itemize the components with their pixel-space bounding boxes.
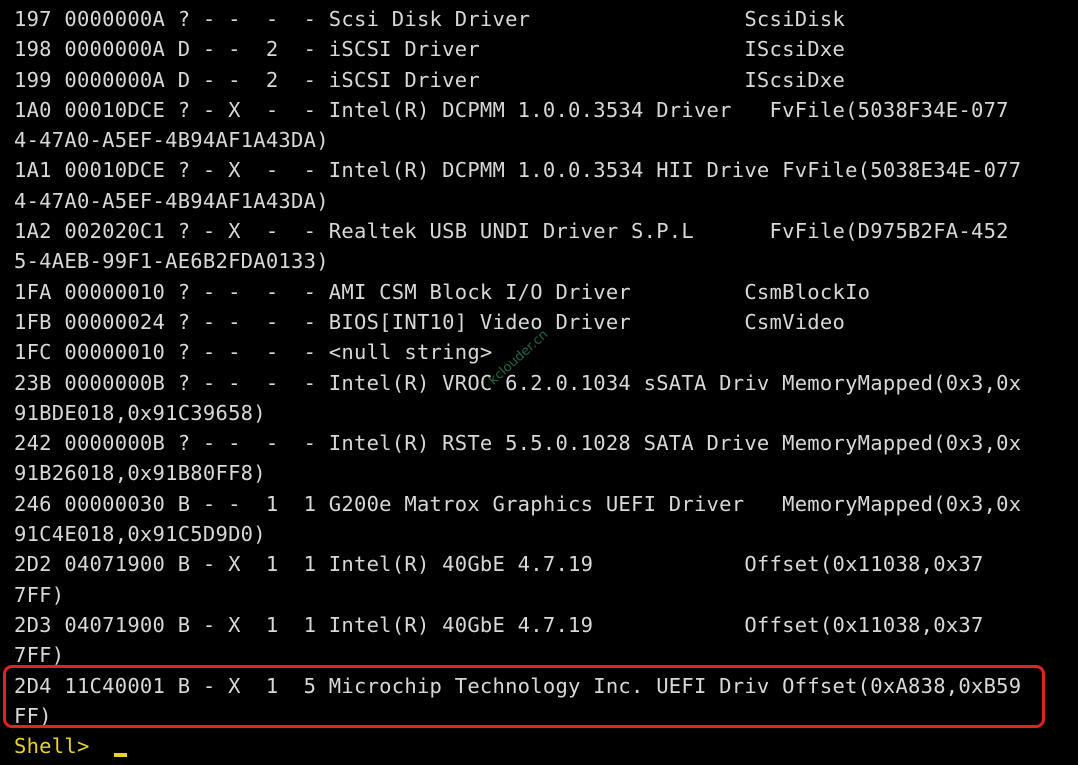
shell-prompt-line[interactable]: Shell> bbox=[14, 731, 1054, 761]
driver-row: 2D3 04071900 B - X 1 1 Intel(R) 40GbE 4.… bbox=[14, 612, 984, 637]
driver-row: 246 00000030 B - - 1 1 G200e Matrox Grap… bbox=[14, 491, 1022, 516]
driver-row-continuation: 91BDE018,0x91C39658) bbox=[14, 400, 266, 425]
uefi-shell-terminal[interactable]: 197 0000000A ? - - - - Scsi Disk Driver … bbox=[14, 4, 1054, 761]
driver-row-continuation: 4-47A0-A5EF-4B94AF1A43DA) bbox=[14, 188, 329, 213]
driver-row: 1A0 00010DCE ? - X - - Intel(R) DCPMM 1.… bbox=[14, 97, 1009, 122]
driver-row: 199 0000000A D - - 2 - iSCSI Driver IScs… bbox=[14, 67, 846, 92]
driver-row-continuation: 91C4E018,0x91C5D9D0) bbox=[14, 522, 266, 547]
driver-row: 197 0000000A ? - - - - Scsi Disk Driver … bbox=[14, 7, 846, 31]
driver-row: 23B 0000000B ? - - - - Intel(R) VROC 6.2… bbox=[14, 370, 1022, 395]
driver-row-continuation: 5-4AEB-99F1-AE6B2FDA0133) bbox=[14, 249, 329, 274]
shell-prompt: Shell> bbox=[14, 734, 103, 759]
driver-row-continuation: 91B26018,0x91B80FF8) bbox=[14, 461, 266, 486]
driver-row: 1A1 00010DCE ? - X - - Intel(R) DCPMM 1.… bbox=[14, 158, 1022, 183]
driver-row: 2D2 04071900 B - X 1 1 Intel(R) 40GbE 4.… bbox=[14, 552, 984, 577]
driver-row: 1FA 00000010 ? - - - - AMI CSM Block I/O… bbox=[14, 279, 871, 304]
highlight-annotation-box bbox=[3, 665, 1045, 728]
driver-row-continuation: 4-47A0-A5EF-4B94AF1A43DA) bbox=[14, 128, 329, 153]
text-cursor bbox=[114, 753, 128, 758]
driver-row: 242 0000000B ? - - - - Intel(R) RSTe 5.5… bbox=[14, 431, 1022, 456]
driver-row-continuation: 7FF) bbox=[14, 582, 65, 607]
driver-row: 1A2 002020C1 ? - X - - Realtek USB UNDI … bbox=[14, 219, 1009, 244]
driver-row: 198 0000000A D - - 2 - iSCSI Driver IScs… bbox=[14, 37, 846, 62]
